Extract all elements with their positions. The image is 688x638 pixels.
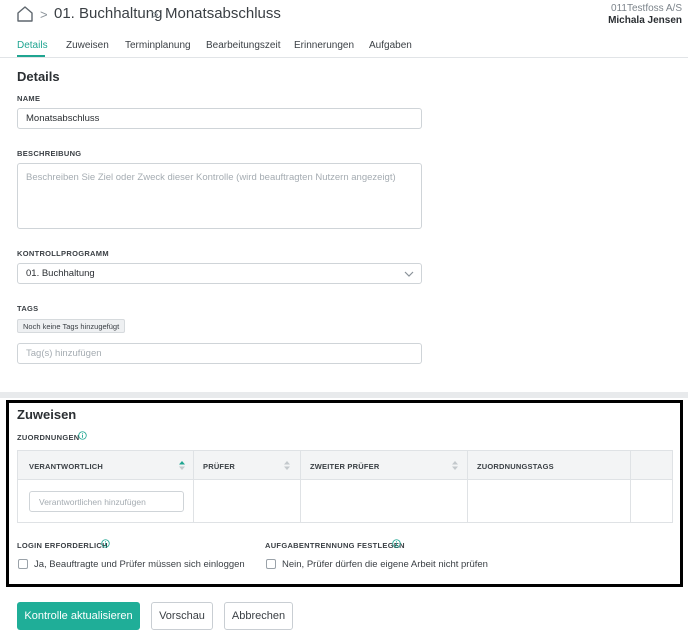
mappings-label: ZUORDNUNGEN	[17, 433, 80, 442]
login-required-checkbox[interactable]	[18, 559, 28, 569]
segregation-text[interactable]: Nein, Prüfer dürfen die eigene Arbeit ni…	[282, 559, 488, 570]
column-pruefer[interactable]: PRÜFER	[203, 462, 235, 471]
tab-zuweisen[interactable]: Zuweisen	[66, 40, 109, 51]
column-verantwortlich[interactable]: VERANTWORTLICH	[29, 462, 103, 471]
responsible-input[interactable]: Verantwortlichen hinzufügen	[29, 491, 184, 512]
tags-label: TAGS	[17, 304, 39, 313]
segregation-checkbox[interactable]	[266, 559, 276, 569]
tab-aufgaben[interactable]: Aufgaben	[369, 40, 412, 51]
top-bar: > 01. Buchhaltung > Monatsabschluss 011T…	[0, 0, 688, 32]
description-label: BESCHREIBUNG	[17, 149, 82, 158]
tab-details[interactable]: Details	[17, 40, 48, 51]
name-label: NAME	[17, 94, 41, 103]
login-required-text[interactable]: Ja, Beauftragte und Prüfer müssen sich e…	[34, 559, 245, 570]
tab-bar: Details Zuweisen Terminplanung Bearbeitu…	[0, 32, 688, 58]
tab-terminplanung[interactable]: Terminplanung	[125, 40, 191, 51]
name-input[interactable]: Monatsabschluss	[17, 108, 422, 129]
assignment-table: VERANTWORTLICH PRÜFER ZWEITER PRÜFER ZUO…	[17, 450, 673, 523]
login-label: LOGIN ERFORDERLICH	[17, 541, 108, 550]
info-icon[interactable]	[101, 539, 110, 548]
tenant-name: 011Testfoss A/S	[611, 3, 682, 14]
column-zweiter-pruefer[interactable]: ZWEITER PRÜFER	[310, 462, 379, 471]
column-zuordnungstags: ZUORDNUNGSTAGS	[477, 462, 554, 471]
chevron-right-icon: >	[40, 7, 48, 22]
program-select[interactable]: 01. Buchhaltung	[17, 263, 422, 284]
no-tags-chip: Noch keine Tags hinzugefügt	[17, 319, 126, 333]
info-icon[interactable]	[78, 431, 87, 440]
preview-button[interactable]: Vorschau	[151, 602, 213, 630]
program-select-value: 01. Buchhaltung	[26, 268, 95, 279]
column-divider	[300, 451, 301, 522]
sort-icon[interactable]	[452, 460, 458, 471]
assign-title: Zuweisen	[17, 407, 77, 422]
tags-input[interactable]: Tag(s) hinzufügen	[17, 343, 422, 364]
segregation-label: AUFGABENTRENNUNG FESTLEGEN	[265, 541, 405, 550]
details-title: Details	[17, 69, 60, 84]
active-tab-indicator	[17, 55, 45, 57]
update-control-button[interactable]: Kontrolle aktualisieren	[17, 602, 140, 630]
column-divider	[193, 451, 194, 522]
info-icon[interactable]	[392, 539, 401, 548]
description-textarea[interactable]: Beschreiben Sie Ziel oder Zweck dieser K…	[17, 163, 422, 229]
breadcrumb-program[interactable]: 01. Buchhaltung	[54, 5, 162, 22]
tab-bearbeitungszeit[interactable]: Bearbeitungszeit	[206, 40, 281, 51]
program-label: KONTROLLPROGRAMM	[17, 249, 109, 258]
chevron-down-icon	[404, 271, 414, 277]
home-icon[interactable]	[16, 5, 34, 23]
breadcrumb-control: Monatsabschluss	[165, 5, 281, 22]
column-divider	[467, 451, 468, 522]
cancel-button[interactable]: Abbrechen	[224, 602, 293, 630]
section-divider	[0, 392, 688, 398]
column-divider	[630, 451, 631, 522]
user-name[interactable]: Michala Jensen	[608, 15, 682, 26]
tab-erinnerungen[interactable]: Erinnerungen	[294, 40, 354, 51]
sort-icon[interactable]	[284, 460, 290, 471]
chevron-right-icon: >	[151, 7, 159, 22]
sort-ascending-icon[interactable]	[179, 460, 185, 471]
